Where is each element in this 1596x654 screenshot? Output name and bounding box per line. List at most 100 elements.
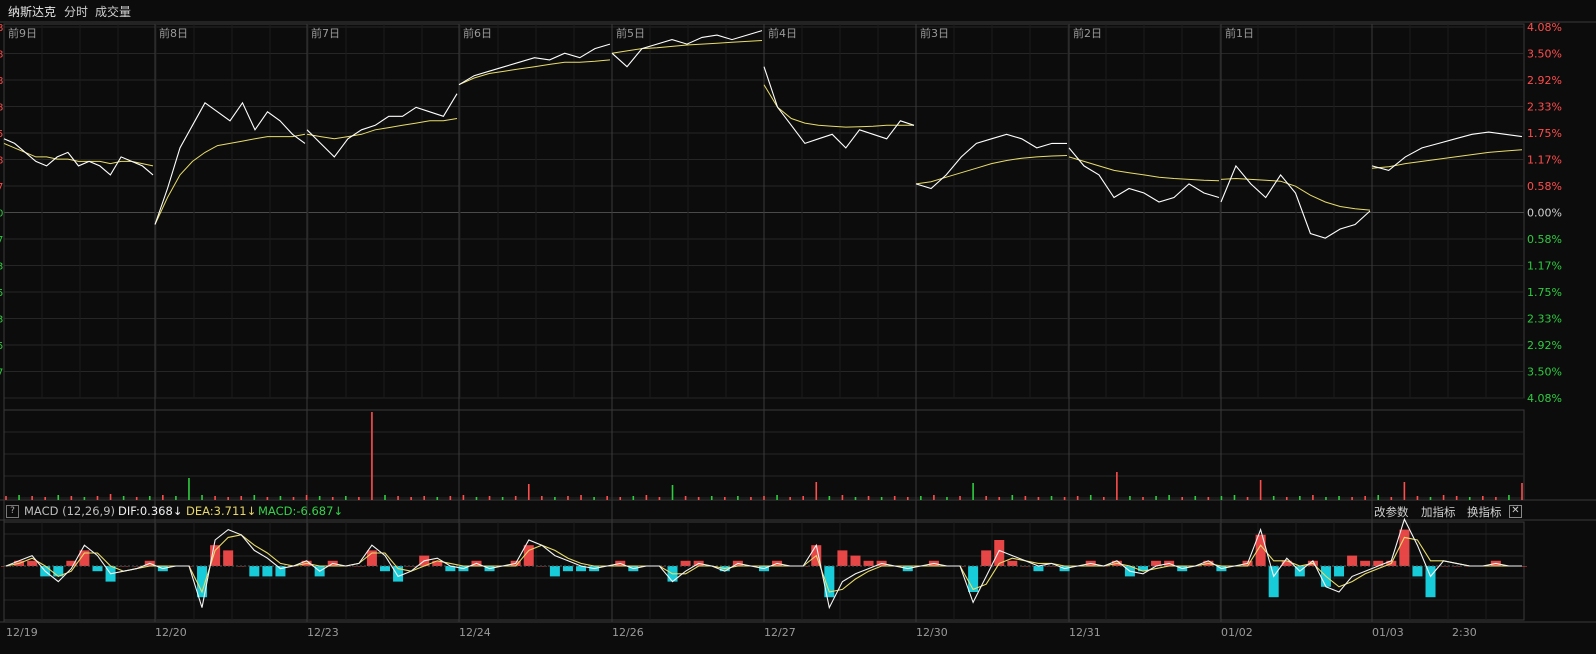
day-label: 前7日 [311,26,340,40]
volume-bar [750,497,752,500]
volume-bar [1377,495,1380,500]
volume-bar [1259,480,1262,500]
volume-bar [645,495,648,500]
volume-bar [514,496,517,500]
volume-bar [998,497,1001,500]
volume-bar [671,485,674,500]
volume-bar [1521,483,1523,500]
left-axis-fragment: 7 [0,235,3,246]
volume-bar [541,496,543,500]
avg-price-line [3,142,154,167]
left-axis-fragment: 0 [0,209,3,220]
volume-bar [1312,495,1314,500]
volume-bar [697,497,700,500]
volume-bar [344,496,347,500]
volume-bar [57,495,60,500]
volume-bar [632,496,635,500]
price-line [458,43,611,86]
macd-histogram-bar [1033,566,1044,572]
volume-bar [1442,495,1445,500]
volume-bar [1416,496,1419,500]
macd-histogram-bar [1373,560,1384,566]
day-label: 前9日 [8,26,37,40]
volume-bar [854,497,857,500]
volume-bar [1338,496,1340,500]
y-tick-label: 4.08% [1527,21,1562,34]
macd-histogram-bar [850,555,861,566]
x-tick-label: 12/23 [307,626,339,639]
volume-bar [240,496,243,500]
macd-histogram-bar [27,560,38,566]
close-icon[interactable]: ✕ [1509,505,1522,518]
volume-bar [1102,497,1105,500]
volume-bar [384,495,386,500]
macd-histogram-bar [406,566,417,567]
macd-toolbar: ? MACD (12,26,9) DIF:0.368↓ DEA:3.711↓ M… [0,502,1524,521]
x-tick-label: 12/31 [1069,626,1101,639]
volume-bar [227,497,229,500]
y-tick-label: 2.92% [1527,74,1562,87]
macd-indicator-name: MACD (12,26,9) [24,504,115,518]
help-button[interactable]: ? [6,505,19,518]
volume-bar [5,496,7,500]
y-tick-label: 0.58% [1527,233,1562,246]
volume-bar [214,496,216,500]
chart-canvas: 4.08% 3.50% 2.92% 2.33% 1.75% 1.17% 0.58% 0.00%… [0,21,1596,639]
macd-histogram-bar [1399,529,1410,566]
volume-bar [580,495,582,500]
volume-bar [318,496,321,500]
y-tick-label: 0.58% [1527,180,1562,193]
volume-bar [933,495,935,500]
y-tick-label: 2.33% [1527,101,1562,114]
volume-bar [527,484,530,500]
volume-bar [501,497,504,500]
volume-bar [1037,497,1040,500]
switch-indicator-button[interactable]: 换指标 [1467,504,1502,520]
volume-bar [1089,495,1092,500]
x-tick-label: 12/20 [155,626,187,639]
macd-histogram-bar [837,550,848,566]
volume-bar [305,495,308,500]
x-tick-label: 2:30 [1452,626,1477,639]
volume-bar [593,497,595,500]
edit-params-button[interactable]: 改参数 [1374,504,1409,520]
volume-bar [1285,497,1288,500]
volume-bar [567,496,569,500]
volume-bar [1050,496,1053,500]
volume-bar [70,496,73,500]
volume-bar [920,496,922,500]
add-indicator-button[interactable]: 加指标 [1421,504,1456,520]
volume-bar [815,482,818,500]
volume-bar [83,497,86,500]
volume-bar [1220,496,1223,500]
macd-histogram-bar [981,550,992,566]
volume-bar [619,497,622,500]
volume-bar [684,496,687,500]
macd-histogram-bar [92,566,103,572]
avg-price-line [611,40,763,54]
volume-bar [488,496,491,500]
macd-histogram-bar [1412,566,1423,577]
day-label: 前3日 [920,26,949,40]
volume-bar [802,496,805,500]
left-axis-fragment: 5 [0,129,3,140]
volume-bar [1481,496,1484,500]
left-axis-fragment: 8 [0,76,3,87]
volume-bar [959,496,961,500]
volume-bar [1181,497,1184,500]
volume-bar [789,497,791,500]
volume-bar [1299,496,1301,500]
left-axis-fragment: 3 [0,315,3,326]
avg-price-line [154,133,306,225]
day-label: 前5日 [616,26,645,40]
macd-histogram-bar [1334,566,1345,577]
macd-histogram-bar [380,566,390,572]
volume-bar [1168,495,1170,500]
volume-bar [1325,497,1327,500]
y-tick-label: 3.50% [1527,366,1562,379]
volume-bar [867,496,870,500]
volume-bar [358,497,360,500]
volume-bar [776,495,778,500]
left-axis-fragment: 3 [0,262,3,273]
volume-bar [880,497,883,500]
